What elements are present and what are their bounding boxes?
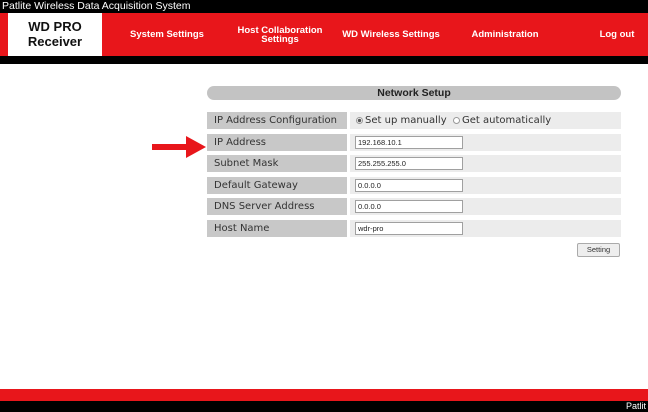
default-gateway-label: Default Gateway xyxy=(207,177,347,194)
radio-selected-icon[interactable] xyxy=(356,117,363,124)
brand-line1: WD PRO xyxy=(28,19,82,34)
nav-host-collaboration-label-2: Settings xyxy=(261,33,299,45)
nav-divider xyxy=(0,56,648,64)
annotation-arrow-icon xyxy=(152,136,206,158)
ip-address-input[interactable] xyxy=(355,136,463,149)
host-name-row: Host Name xyxy=(207,220,621,237)
radio-get-automatically[interactable]: Get automatically xyxy=(453,112,551,129)
footer-brand-text: Patlit xyxy=(625,401,646,411)
nav-log-out-label: Log out xyxy=(599,29,635,40)
dns-server-input[interactable] xyxy=(355,200,463,213)
subnet-mask-label: Subnet Mask xyxy=(207,155,347,172)
app-title: Patlite Wireless Data Acquisition System xyxy=(2,0,191,12)
ip-config-label: IP Address Configuration xyxy=(207,112,347,129)
nav-wd-wireless-settings[interactable]: WD Wireless Settings xyxy=(338,13,444,56)
radio-unselected-icon[interactable] xyxy=(453,117,460,124)
footer-accent-bar xyxy=(0,389,648,401)
default-gateway-row: Default Gateway xyxy=(207,177,621,194)
brand-line2: Receiver xyxy=(27,34,83,49)
nav-system-settings-label: System Settings xyxy=(130,29,204,40)
nav-system-settings[interactable]: System Settings xyxy=(118,13,216,56)
radio-set-up-manually-label: Set up manually xyxy=(365,115,447,126)
main-nav: WD PRO Receiver System Settings Host Col… xyxy=(0,13,648,56)
title-bar: Patlite Wireless Data Acquisition System xyxy=(0,0,648,13)
nav-host-collaboration-settings[interactable]: Host Collaboration Settings xyxy=(224,13,336,56)
brand-logo: WD PRO Receiver xyxy=(8,13,102,56)
subnet-mask-row: Subnet Mask xyxy=(207,155,621,172)
dns-server-label: DNS Server Address xyxy=(207,198,347,215)
nav-log-out[interactable]: Log out xyxy=(592,13,642,56)
section-title: Network Setup xyxy=(207,86,621,100)
footer-bar: Patlit xyxy=(0,401,648,412)
ip-address-row: IP Address xyxy=(207,134,621,151)
host-name-input[interactable] xyxy=(355,222,463,235)
setting-button[interactable]: Setting xyxy=(577,243,620,257)
nav-wd-wireless-settings-label: WD Wireless Settings xyxy=(342,29,440,40)
default-gateway-input[interactable] xyxy=(355,179,463,192)
nav-administration-label: Administration xyxy=(471,29,539,40)
ip-address-label: IP Address xyxy=(207,134,347,151)
radio-get-automatically-label: Get automatically xyxy=(462,115,552,126)
ip-config-options: Set up manually Get automatically xyxy=(350,112,621,129)
nav-administration[interactable]: Administration xyxy=(460,13,550,56)
ip-config-row: IP Address Configuration Set up manually… xyxy=(207,112,621,129)
host-name-label: Host Name xyxy=(207,220,347,237)
radio-set-up-manually[interactable]: Set up manually xyxy=(356,112,447,129)
subnet-mask-input[interactable] xyxy=(355,157,463,170)
dns-server-row: DNS Server Address xyxy=(207,198,621,215)
